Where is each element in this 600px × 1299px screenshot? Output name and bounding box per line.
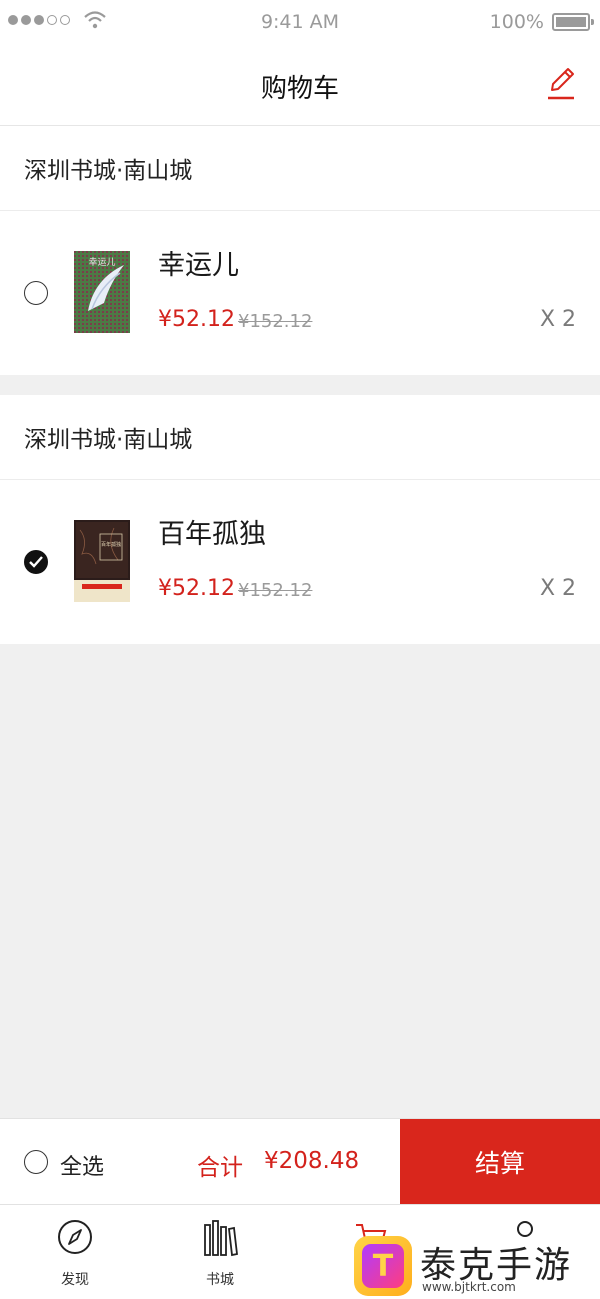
- tab-label: 书城: [206, 1272, 234, 1288]
- total-amount: ¥208.48: [264, 1148, 360, 1174]
- checkout-bar: 全选 合计 ¥208.48 结算: [0, 1118, 600, 1205]
- tab-discover[interactable]: 发现: [25, 1205, 125, 1299]
- total-label: 合计: [197, 1155, 243, 1181]
- nav-bar: 购物车: [0, 44, 600, 126]
- book-title: 幸运儿: [158, 250, 239, 281]
- store-section: 深圳书城·南山城 幸运儿 幸运儿 ¥52.12 ¥152.12 X 2: [0, 126, 600, 375]
- select-all-radio[interactable]: [24, 1150, 48, 1174]
- watermark-logo-icon: T: [354, 1236, 412, 1296]
- book-quantity: X 2: [539, 576, 576, 601]
- status-bar: 9:41 AM 100%: [0, 0, 600, 44]
- watermark: T 泰克手游网 www.bjtkrt.com: [352, 1236, 600, 1299]
- store-name: 深圳书城·南山城: [0, 395, 600, 480]
- cart-item[interactable]: 幸运儿 幸运儿 ¥52.12 ¥152.12 X 2: [0, 211, 600, 375]
- cart-item[interactable]: 百年孤独 百年孤独 ¥52.12 ¥152.12 X 2: [0, 480, 600, 644]
- tab-bookstore[interactable]: 书城: [170, 1205, 270, 1299]
- compass-icon: [58, 1220, 92, 1254]
- book-price: ¥52.12: [158, 576, 235, 601]
- select-all-label[interactable]: 全选: [60, 1149, 104, 1181]
- watermark-url: www.bjtkrt.com: [422, 1280, 516, 1294]
- book-cover-image: 百年孤独: [74, 520, 130, 602]
- book-original-price: ¥152.12: [238, 311, 313, 332]
- book-quantity: X 2: [539, 307, 576, 332]
- item-select-radio-checked[interactable]: [24, 550, 48, 574]
- check-icon: [29, 556, 43, 568]
- checkout-button[interactable]: 结算: [400, 1119, 600, 1205]
- battery-icon: [552, 13, 594, 31]
- book-original-price: ¥152.12: [238, 580, 313, 601]
- page-title: 购物车: [260, 74, 339, 104]
- pencil-edit-icon[interactable]: [544, 64, 578, 102]
- item-select-radio[interactable]: [24, 281, 48, 305]
- book-title: 百年孤独: [158, 519, 266, 550]
- tab-label: 发现: [61, 1272, 89, 1288]
- book-cover-image: 幸运儿: [74, 251, 130, 333]
- battery-percentage: 100%: [489, 11, 544, 33]
- store-name: 深圳书城·南山城: [0, 126, 600, 211]
- svg-text:百年孤独: 百年孤独: [101, 541, 121, 548]
- svg-text:幸运儿: 幸运儿: [88, 257, 115, 268]
- book-price: ¥52.12: [158, 307, 235, 332]
- store-section: 深圳书城·南山城 百年孤独 百年孤独 ¥52.12 ¥152.12 X 2: [0, 395, 600, 644]
- bookshelf-icon: [204, 1220, 238, 1257]
